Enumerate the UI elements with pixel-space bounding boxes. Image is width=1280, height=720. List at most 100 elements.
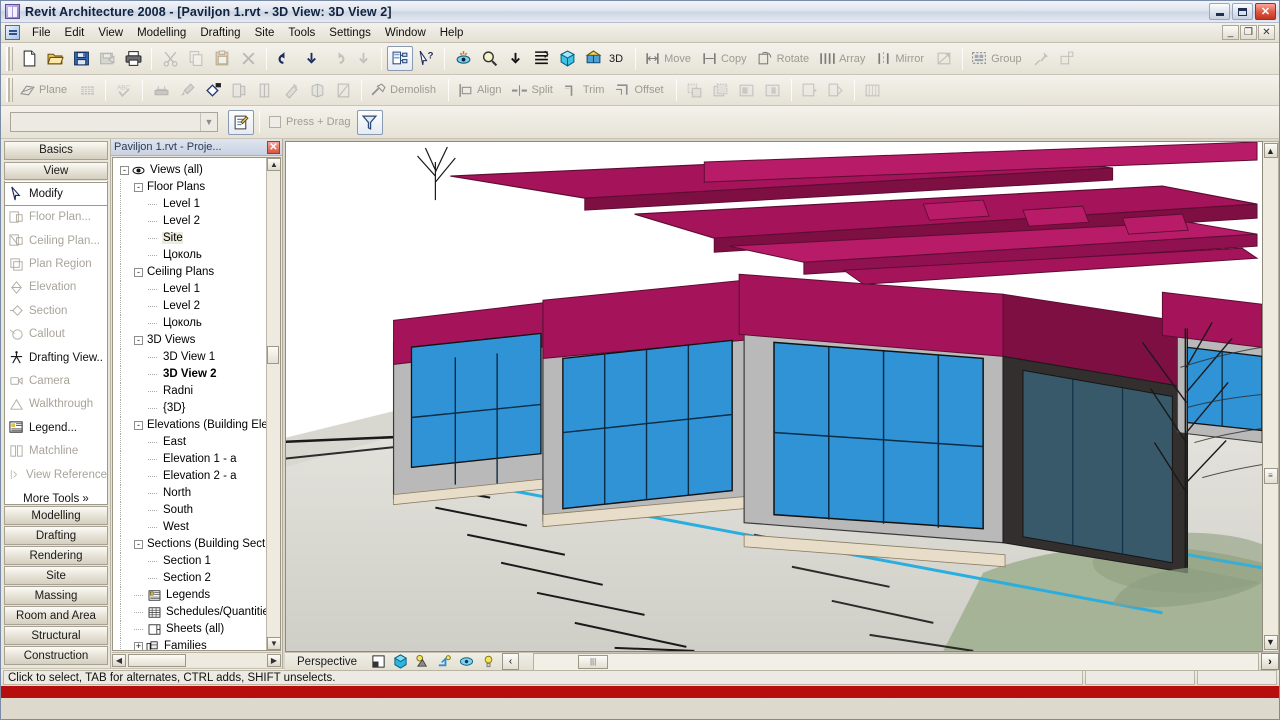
browser-vertical-scrollbar[interactable]: ▲ ▼ [266,157,280,651]
open-folder-icon[interactable] [42,46,68,71]
group-tool[interactable]: Group [968,46,1029,71]
menu-item-window[interactable]: Window [378,25,433,41]
tree-node[interactable]: - Ceiling Plans [116,263,280,281]
tree-node[interactable]: Elevation 2 - a [116,467,280,485]
minimize-button[interactable] [1209,3,1230,20]
material-icon[interactable] [148,78,174,103]
tree-node[interactable]: Level 1 [116,195,280,213]
menu-item-site[interactable]: Site [248,25,282,41]
help-pointer-icon[interactable]: ? [413,46,439,71]
design-tool-view-reference[interactable]: View Reference [5,463,107,486]
plane-grid-icon[interactable] [74,78,100,103]
move-tool[interactable]: Move [641,46,698,71]
menu-item-file[interactable]: File [25,25,58,41]
scroll-thumb[interactable] [267,345,279,364]
save-as-icon[interactable] [94,46,120,71]
press-drag-option[interactable]: Press + Drag [269,116,351,128]
design-tool-floor-plan[interactable]: Floor Plan... [5,206,107,229]
menu-item-modelling[interactable]: Modelling [130,25,193,41]
dynamic-view-icon[interactable] [450,46,476,71]
scroll-right-button[interactable]: ▶ [267,653,281,667]
design-tab-construction[interactable]: Construction [4,646,108,665]
tree-node[interactable]: West [116,518,280,536]
demolish-tool[interactable]: Demolish [367,78,443,103]
shadows-off-icon[interactable] [413,653,431,671]
element-properties-icon[interactable] [228,109,254,135]
collapse-toggle-icon[interactable]: - [134,420,143,430]
rotate-tool[interactable]: Rotate [754,46,816,71]
copy-icon[interactable] [183,46,209,71]
tree-node[interactable]: - Floor Plans [116,178,280,196]
spelling-check-icon[interactable]: ABC [111,78,137,103]
design-tool-modify[interactable]: Modify [5,182,107,206]
new-icon[interactable] [16,46,42,71]
paste-stack-icon[interactable] [708,78,734,103]
split-tool[interactable]: Split [508,78,559,103]
design-tool-camera[interactable]: Camera [5,369,107,392]
redo-dropdown-icon[interactable] [350,46,376,71]
design-tab-massing[interactable]: Massing [4,586,108,605]
type-selector[interactable]: ▼ [10,112,218,132]
tree-node[interactable]: East [116,433,280,451]
model-render-icon[interactable] [304,78,330,103]
delete-x-icon[interactable] [235,46,261,71]
undo-dropdown-icon[interactable] [298,46,324,71]
cut-region-icon[interactable] [734,78,760,103]
collapse-toggle-icon[interactable]: - [134,182,143,192]
view-scroll-thumb[interactable]: ≡ [1263,467,1278,484]
tree-node[interactable]: Section 2 [116,569,280,587]
design-tool-elevation[interactable]: Elevation [5,276,107,299]
array-tool[interactable]: Array [816,46,872,71]
design-tool-legend[interactable]: Legend... [5,416,107,439]
render-settings-icon[interactable] [435,653,453,671]
tree-node[interactable]: Section 1 [116,552,280,570]
eyedropper-icon[interactable] [174,78,200,103]
tree-node[interactable]: North [116,484,280,502]
view-scroll-down-button[interactable]: ▼ [1263,634,1278,650]
scroll-left-button[interactable]: ◀ [112,653,126,667]
scroll-up-button[interactable]: ▲ [267,157,280,171]
tree-node[interactable]: -3D Views [116,331,280,349]
view-scale-label[interactable]: Perspective [285,656,367,668]
design-tool-callout[interactable]: Callout [5,323,107,346]
close-icon[interactable]: ✕ [267,141,280,154]
design-tool-walkthrough[interactable]: Walkthrough [5,393,107,416]
tree-node[interactable]: Цоколь [116,246,280,264]
sun-path-icon[interactable] [479,653,497,671]
copy-tool[interactable]: Copy [698,46,754,71]
design-tab-room-and-area[interactable]: Room and Area [4,606,108,625]
design-tool-matchline[interactable]: Matchline [5,439,107,462]
collapse-toggle-icon[interactable]: - [134,335,143,345]
tree-node[interactable]: Level 2 [116,297,280,315]
linework-icon[interactable] [226,78,252,103]
cut-scissors-icon[interactable] [157,46,183,71]
press-drag-checkbox[interactable] [269,116,281,128]
design-tab-structural[interactable]: Structural [4,626,108,645]
design-tool-plan-region[interactable]: Plan Region [5,252,107,275]
menu-item-view[interactable]: View [91,25,130,41]
tree-node[interactable]: 3D View 1 [116,348,280,366]
align-tool[interactable]: Align [454,78,508,103]
more-tools-button[interactable]: More Tools » [5,486,107,504]
doc-close-button[interactable]: ✕ [1258,25,1275,40]
tree-node[interactable]: South [116,501,280,519]
detail-level-icon[interactable] [369,653,387,671]
tree-node[interactable]: Цоколь [116,314,280,332]
collapse-toggle-icon[interactable]: - [134,267,143,277]
tree-node[interactable]: Radni [116,382,280,400]
phase-icon[interactable] [330,78,356,103]
scroll-down-button[interactable]: ▼ [267,637,280,651]
design-tool-section[interactable]: Section [5,299,107,322]
toolbar-grip[interactable] [6,78,13,102]
tree-node[interactable]: Site [116,229,280,247]
tree-node[interactable]: + Families [116,637,280,651]
zoom-dropdown-icon[interactable] [502,46,528,71]
view-horizontal-scrollbar[interactable]: ||| [533,652,1259,671]
paste-clipboard-icon[interactable] [209,46,235,71]
redo-arrow-icon[interactable] [324,46,350,71]
model-canvas-3d-view[interactable] [285,141,1263,652]
default-3d-view-icon[interactable] [580,46,606,71]
view-hscroll-thumb[interactable]: ||| [578,654,609,669]
close-button[interactable]: ✕ [1255,3,1276,20]
mirror-tool[interactable]: Mirror [872,46,931,71]
